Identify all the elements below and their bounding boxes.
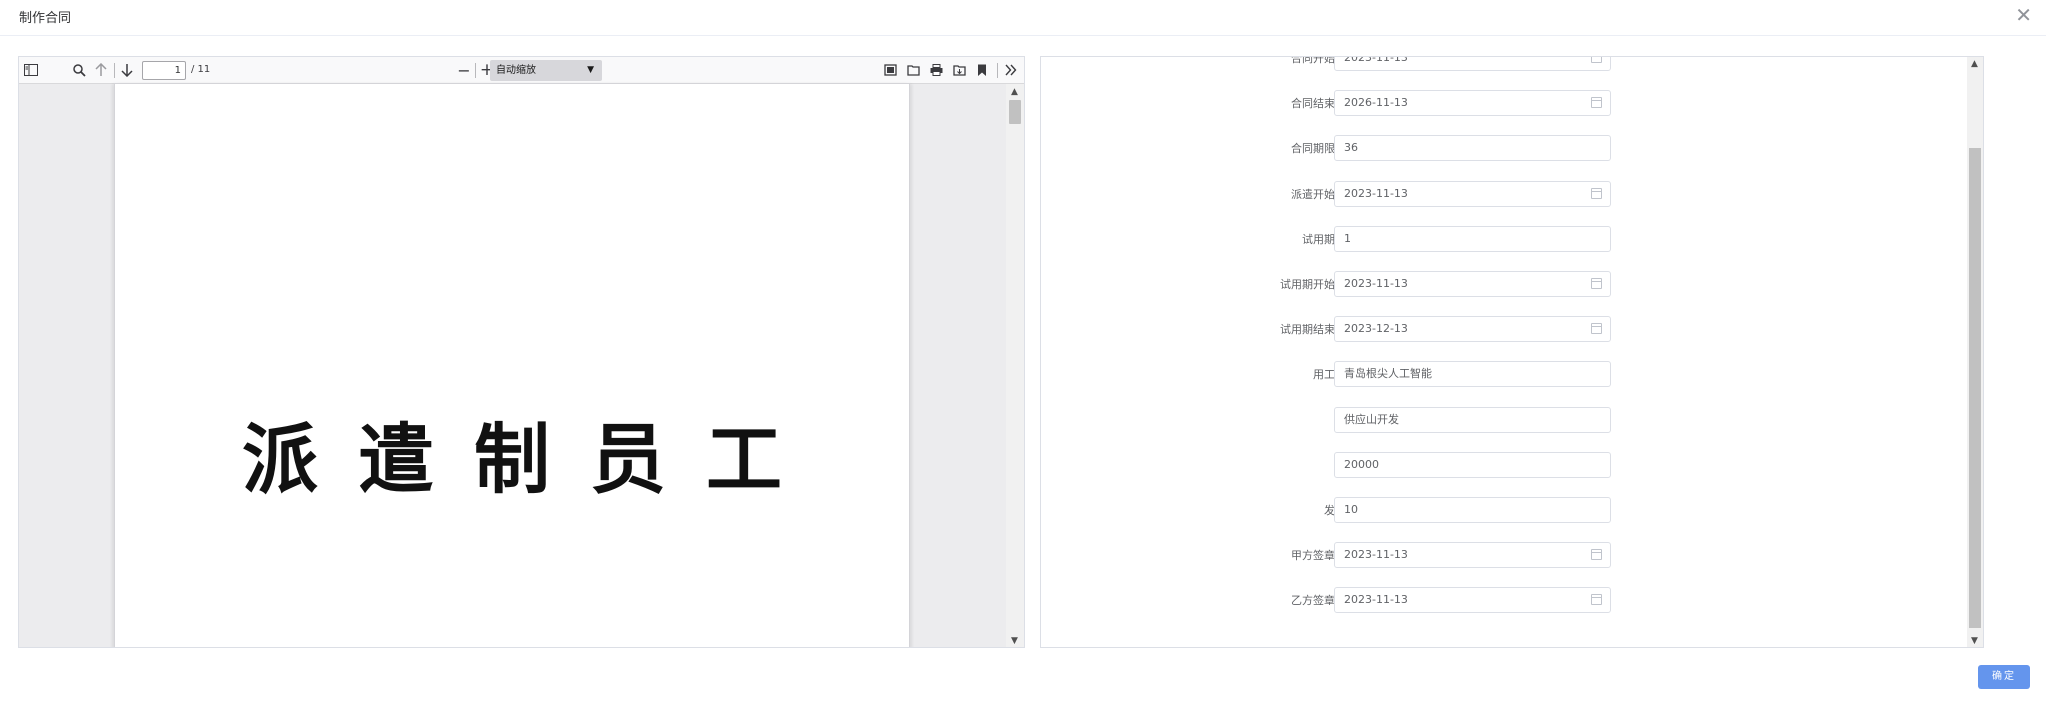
input-value: 2023-11-13 xyxy=(1344,277,1408,290)
form-row: 试用期结束日期： 2023-12-13 xyxy=(1041,316,1641,342)
calendar-icon xyxy=(1591,323,1602,334)
input-value: 2023-11-13 xyxy=(1344,548,1408,561)
text-input[interactable]: 10 xyxy=(1334,497,1611,523)
scrollbar-thumb[interactable] xyxy=(1969,148,1981,628)
dialog-title: 制作合同 xyxy=(19,11,72,26)
form-row: 岗位：供应山开发 xyxy=(1041,407,1641,433)
pdf-toolbar: 1 / 11 − + 自动缩放 ▼ xyxy=(19,57,1024,84)
form-row: 合同开始日期： 2023-11-13 xyxy=(1041,56,1641,71)
confirm-button[interactable]: 确定 xyxy=(1978,665,2030,689)
text-input[interactable]: 青岛根尖人工智能 xyxy=(1334,361,1611,387)
text-input[interactable]: 36 xyxy=(1334,135,1611,161)
print-icon[interactable] xyxy=(925,60,947,80)
form-scrollbar[interactable]: ▲ ▼ xyxy=(1967,57,1983,647)
date-picker-input[interactable]: 2023-11-13 xyxy=(1334,542,1611,568)
calendar-icon xyxy=(1591,549,1602,560)
text-input[interactable]: 1 xyxy=(1334,226,1611,252)
date-picker-input[interactable]: 2023-12-13 xyxy=(1334,316,1611,342)
scrollbar-thumb[interactable] xyxy=(1009,100,1021,124)
contract-form: 合同开始日期： 2023-11-13 合同结束日期： 2026-11-13 合同期限月数… xyxy=(1040,56,1984,648)
open-file-icon[interactable] xyxy=(902,60,924,80)
input-value: 2023-11-13 xyxy=(1344,593,1408,606)
toolbar-separator xyxy=(997,63,998,78)
make-contract-dialog: 制作合同 ✕ 1 / 11 − + 自动缩放 ▼ 派遣制员工 ▲ ▼ 合同开始日… xyxy=(0,0,2046,707)
input-value: 青岛根尖人工智能 xyxy=(1344,367,1432,380)
arrow-up-icon[interactable] xyxy=(90,60,112,80)
form-row: 合同期限月数： 36 xyxy=(1041,135,1641,161)
form-row: 用工单位：青岛根尖人工智能 xyxy=(1041,361,1641,387)
pdf-page: 派遣制员工 xyxy=(115,84,909,647)
document-area[interactable]: 派遣制员工 xyxy=(19,84,1008,647)
form-row: 发薪日：10 xyxy=(1041,497,1641,523)
page-number-input[interactable]: 1 xyxy=(142,61,186,80)
zoom-select-value: 自动缩放 xyxy=(496,65,536,76)
calendar-icon xyxy=(1591,188,1602,199)
date-picker-input[interactable]: 2023-11-13 xyxy=(1334,587,1611,613)
date-picker-input[interactable]: 2023-11-13 xyxy=(1334,56,1611,71)
sidebar-toggle-icon[interactable] xyxy=(20,60,42,80)
toolbar-separator xyxy=(114,63,115,78)
input-value: 2023-11-13 xyxy=(1344,187,1408,200)
form-row: 甲方签章日期： 2023-11-13 xyxy=(1041,542,1641,568)
scroll-up-icon[interactable]: ▲ xyxy=(1971,59,1978,69)
form-row: 试用期月份：1 xyxy=(1041,226,1641,252)
date-picker-input[interactable]: 2023-11-13 xyxy=(1334,181,1611,207)
input-value: 10 xyxy=(1344,503,1358,516)
dialog-header: 制作合同 ✕ xyxy=(0,0,2046,36)
pdf-viewer: 1 / 11 − + 自动缩放 ▼ 派遣制员工 ▲ ▼ xyxy=(18,56,1025,648)
text-input[interactable]: 供应山开发 xyxy=(1334,407,1611,433)
page-total: / 11 xyxy=(191,64,211,75)
close-icon[interactable]: ✕ xyxy=(2015,4,2032,26)
scroll-down-icon[interactable]: ▼ xyxy=(1971,636,1978,646)
form-row: 试用期开始日期： 2023-11-13 xyxy=(1041,271,1641,297)
zoom-out-icon[interactable]: − xyxy=(453,60,475,80)
save-icon[interactable] xyxy=(948,60,970,80)
form-row: 乙方签章日期： 2023-11-13 xyxy=(1041,587,1641,613)
form-row: 工资：20000 xyxy=(1041,452,1641,478)
scroll-down-icon[interactable]: ▼ xyxy=(1011,636,1018,646)
search-icon[interactable] xyxy=(68,60,90,80)
input-value: 供应山开发 xyxy=(1344,413,1399,426)
input-value: 2023-11-13 xyxy=(1344,56,1408,64)
calendar-icon xyxy=(1591,57,1602,63)
input-value: 36 xyxy=(1344,141,1358,154)
form-row: 合同结束日期： 2026-11-13 xyxy=(1041,90,1641,116)
bookmark-icon[interactable] xyxy=(971,60,993,80)
input-value: 1 xyxy=(1344,232,1351,245)
calendar-icon xyxy=(1591,97,1602,108)
text-input[interactable]: 20000 xyxy=(1334,452,1611,478)
form-row: 派遣开始日期： 2023-11-13 xyxy=(1041,181,1641,207)
calendar-icon xyxy=(1591,278,1602,289)
viewer-scrollbar[interactable]: ▲ ▼ xyxy=(1006,84,1024,647)
calendar-icon xyxy=(1591,594,1602,605)
date-picker-input[interactable]: 2023-11-13 xyxy=(1334,271,1611,297)
scroll-up-icon[interactable]: ▲ xyxy=(1011,87,1018,97)
chevron-down-icon: ▼ xyxy=(587,65,594,75)
arrow-down-icon[interactable] xyxy=(116,60,138,80)
input-value: 2023-12-13 xyxy=(1344,322,1408,335)
zoom-select[interactable]: 自动缩放 ▼ xyxy=(490,60,602,81)
input-value: 2026-11-13 xyxy=(1344,96,1408,109)
page-heading: 派遣制员工 xyxy=(242,415,822,504)
date-picker-input[interactable]: 2026-11-13 xyxy=(1334,90,1611,116)
input-value: 20000 xyxy=(1344,458,1379,471)
presentation-icon[interactable] xyxy=(879,60,901,80)
more-tools-icon[interactable] xyxy=(1000,60,1022,80)
